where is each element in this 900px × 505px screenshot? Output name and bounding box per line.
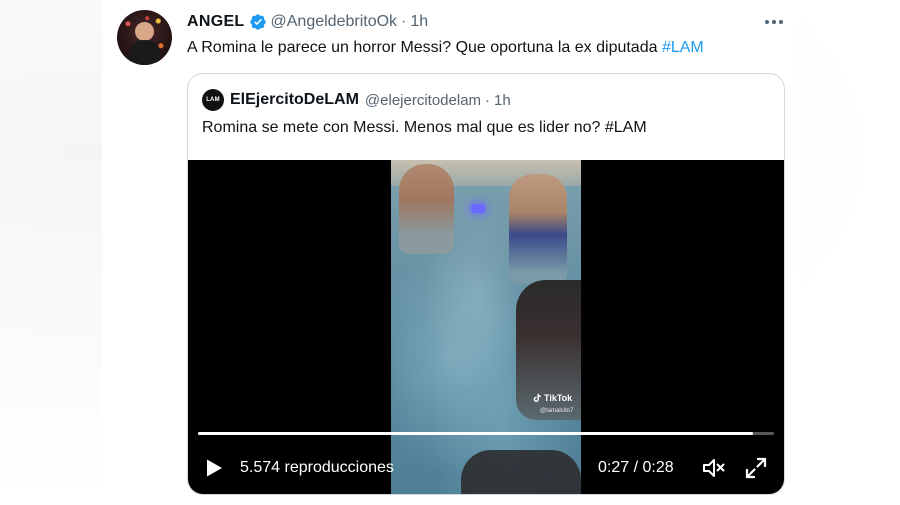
separator-dot: · [485,91,491,109]
video-progress-fill [198,432,754,435]
quoted-tweet-text: Romina se mete con Messi. Menos mal que … [202,119,647,136]
quoted-author-display-name[interactable]: ElEjercitoDeLAM [230,91,359,109]
video-duration: 0:27 / 0:28 [598,459,674,476]
tweet-text: A Romina le parece un horror Messi? Que … [187,39,704,57]
more-dot [765,20,769,24]
video-player[interactable]: TikTok @tamalcito7 5.574 reproducciones … [188,160,784,494]
more-dot [772,20,776,24]
quoted-author-avatar[interactable]: LAM [202,89,224,111]
video-frame: TikTok @tamalcito7 [391,160,581,494]
tiktok-watermark: TikTok [532,393,572,403]
fullscreen-icon[interactable] [745,457,767,479]
view-count: 5.574 reproducciones [240,459,394,476]
avatar-head [135,22,154,41]
tiktok-handle: @tamalcito7 [540,408,574,414]
quoted-author-handle[interactable]: @elejercitodelam [365,92,481,109]
quoted-tweet-timestamp[interactable]: 1h [494,92,511,109]
tweet-body: A Romina le parece un horror Messi? Que … [187,39,662,56]
author-handle[interactable]: @AngeldebritoOk [271,13,398,31]
avatar-body [129,40,160,65]
separator-dot: · [401,13,407,30]
volume-icon[interactable] [702,457,726,479]
quoted-tweet-header: LAM ElEjercitoDeLAM @elejercitodelam · 1… [202,89,511,111]
hashtag-link[interactable]: #LAM [662,39,704,56]
video-controls: 5.574 reproducciones 0:27 / 0:28 [188,450,784,486]
verified-badge-icon [249,13,267,31]
tiktok-icon [533,393,541,402]
more-options-icon[interactable] [764,12,784,32]
phone-light [471,204,485,213]
person-right [509,174,567,284]
play-icon[interactable] [204,458,224,478]
quoted-tweet[interactable]: LAM ElEjercitoDeLAM @elejercitodelam · 1… [187,73,785,495]
tiktok-label: TikTok [544,393,573,403]
person-left [399,164,454,254]
video-progress-bar[interactable] [198,432,774,435]
author-display-name[interactable]: ANGEL [187,13,245,31]
author-avatar[interactable] [117,10,172,65]
more-dot [779,20,783,24]
tweet-timestamp[interactable]: 1h [410,13,428,31]
tweet-header: ANGEL @AngeldebritoOk · 1h [187,11,428,33]
